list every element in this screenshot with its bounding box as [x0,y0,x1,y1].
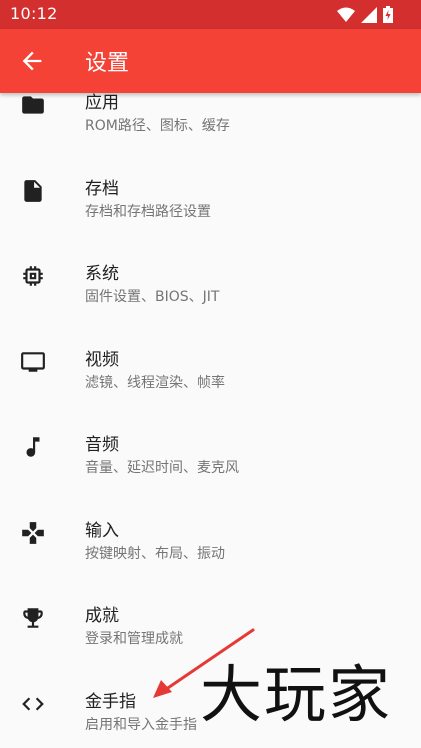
watermark: 大玩家 [200,658,393,731]
settings-item-label: 系统 [85,264,119,284]
settings-item-desc: 存档和存档路径设置 [85,203,211,220]
settings-item-label: 金手指 [85,691,136,712]
settings-item-label: 应用 [85,93,119,113]
wifi-icon [337,7,355,22]
gamepad-icon [20,520,46,546]
settings-item-label: 视频 [85,349,119,370]
settings-item-apps[interactable]: 应用 ROM路径、图标、缓存 [0,93,421,156]
settings-item-audio[interactable]: 音频 音量、延迟时间、麦克风 [0,412,421,498]
monitor-icon [20,349,46,375]
battery-icon [383,6,393,23]
settings-item-desc: 启用和导入金手指 [85,716,197,733]
code-icon [20,691,46,717]
folder-icon [20,93,46,118]
music-note-icon [20,434,46,460]
settings-item-desc: ROM路径、图标、缓存 [85,118,230,134]
app-bar: 设置 [0,29,421,93]
signal-icon [361,6,377,23]
page-title: 设置 [85,51,130,76]
settings-item-label: 输入 [85,520,119,541]
settings-item-system[interactable]: 系统 固件设置、BIOS、JIT [0,241,421,327]
arrow-back-icon[interactable] [18,47,46,75]
settings-item-label: 成就 [85,606,119,626]
settings-item-video[interactable]: 视频 滤镜、线程渲染、帧率 [0,327,421,413]
trophy-icon [20,605,46,631]
status-time: 10:12 [10,4,58,23]
status-icons [337,6,393,23]
settings-item-saves[interactable]: 存档 存档和存档路径设置 [0,156,421,242]
status-bar: 10:12 [0,0,421,29]
settings-item-label: 存档 [85,178,119,199]
chip-icon [20,263,46,289]
file-icon [20,178,46,204]
settings-item-input[interactable]: 输入 按键映射、布局、振动 [0,498,421,584]
settings-item-desc: 固件设置、BIOS、JIT [85,289,220,305]
settings-item-desc: 滤镜、线程渲染、帧率 [85,374,225,391]
settings-item-label: 音频 [85,435,119,455]
settings-item-desc: 按键映射、布局、振动 [85,545,225,562]
settings-item-desc: 音量、延迟时间、麦克风 [85,460,239,476]
